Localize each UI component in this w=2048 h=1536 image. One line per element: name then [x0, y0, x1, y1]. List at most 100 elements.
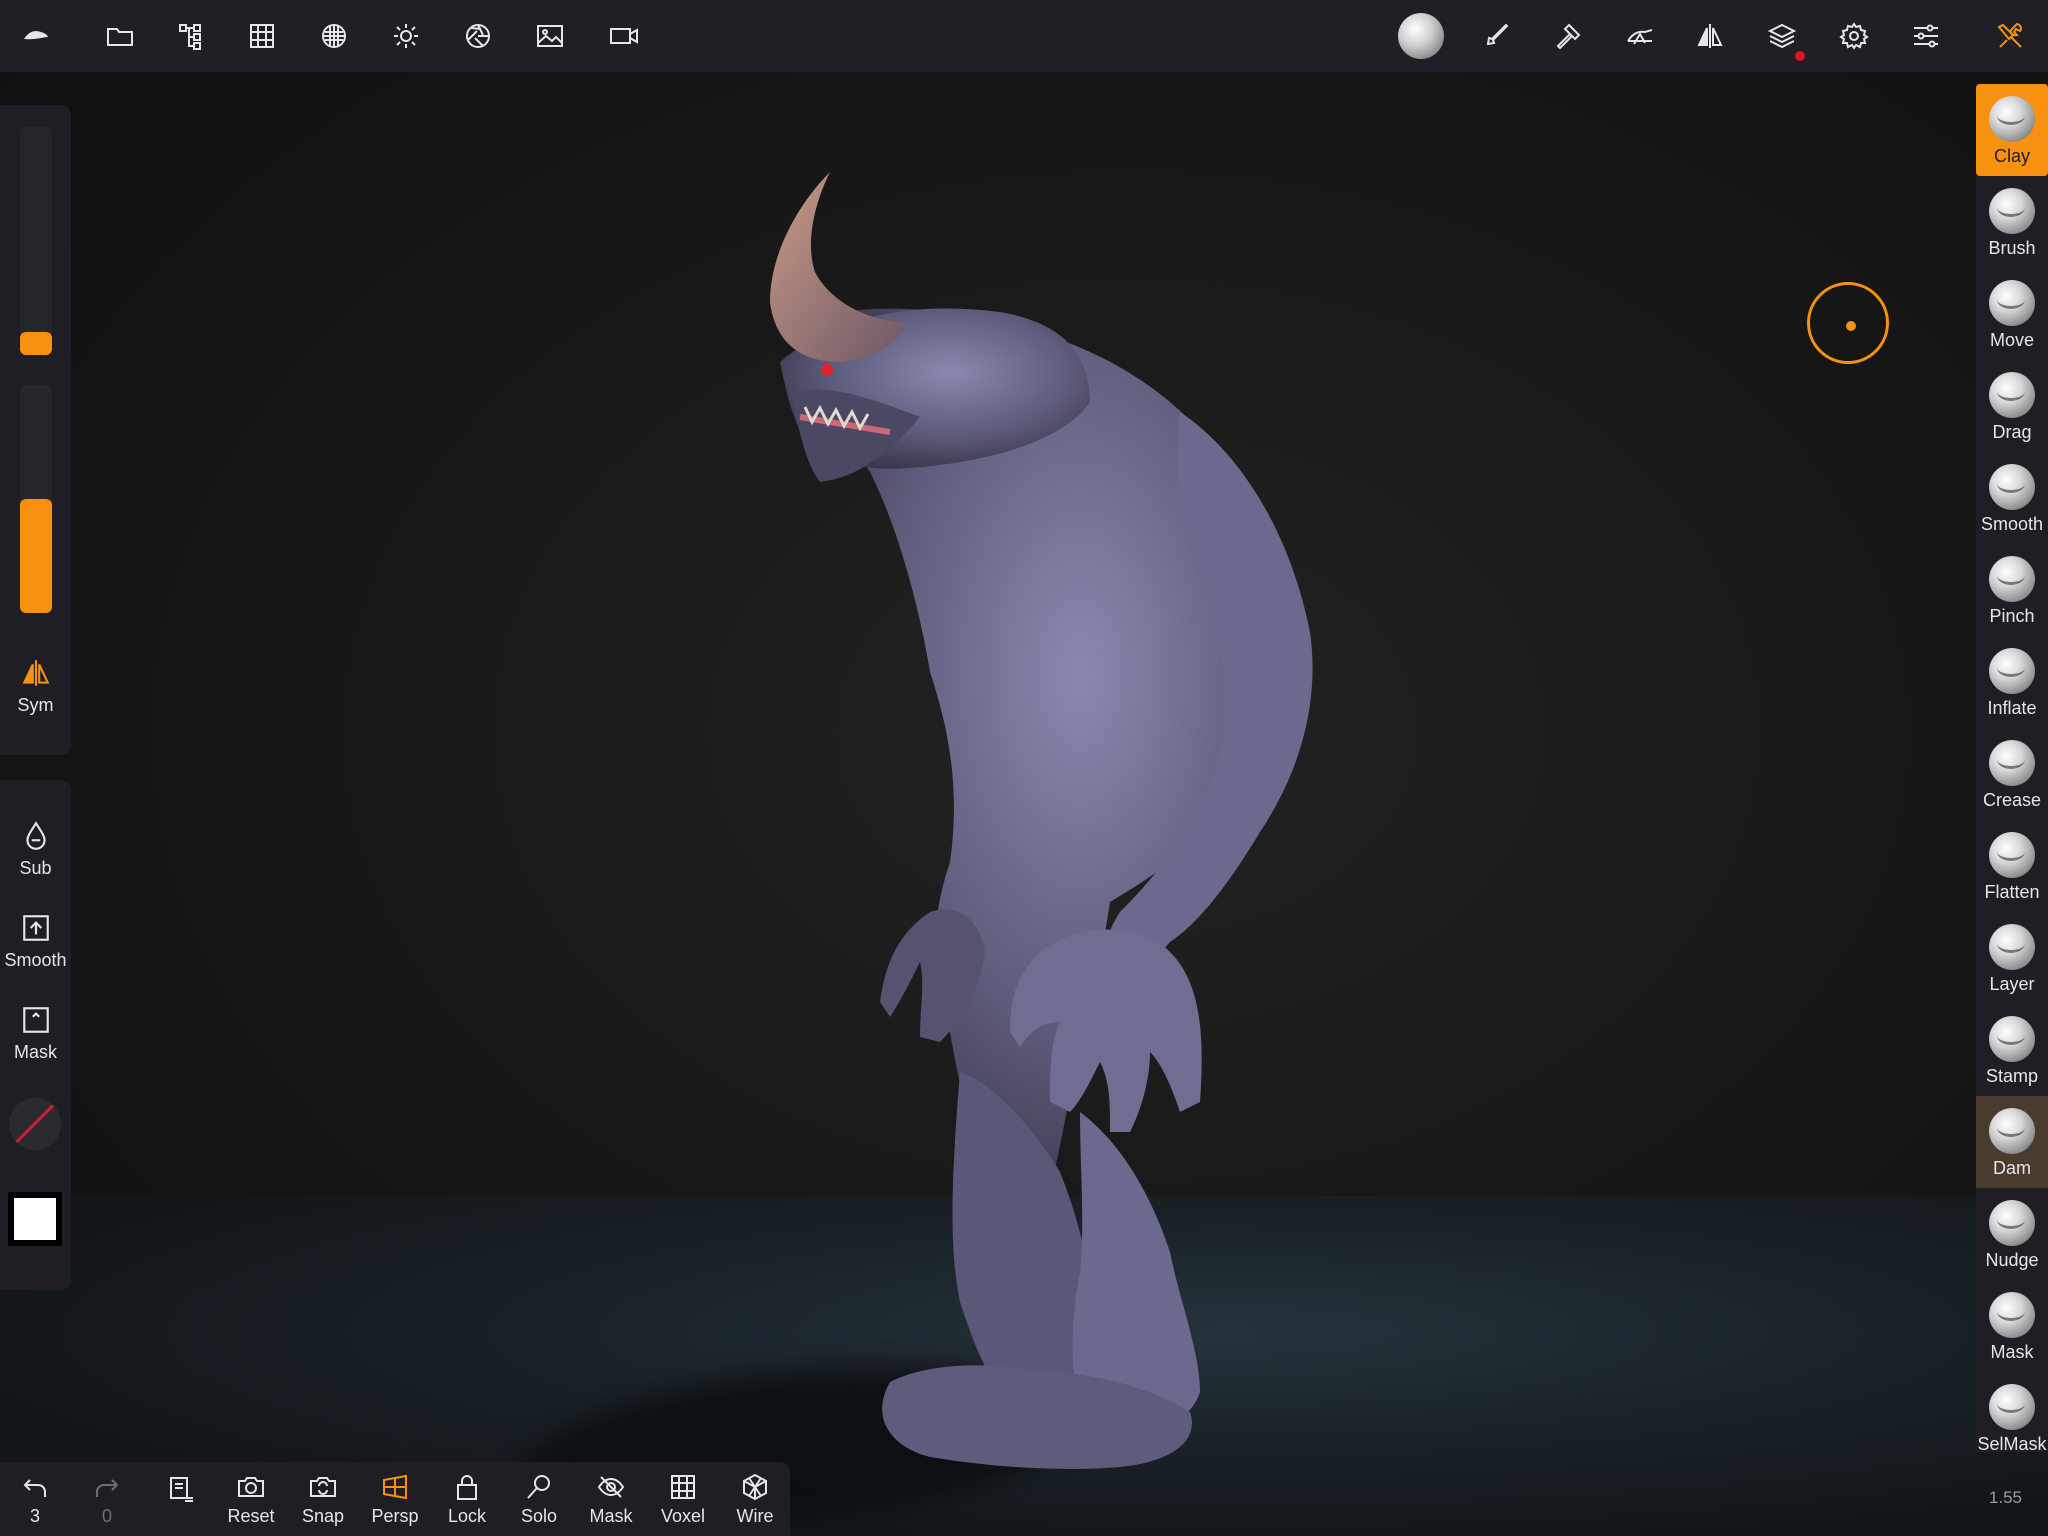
mask-box-icon [22, 1007, 49, 1033]
tool-label: Stamp [1985, 1066, 2039, 1086]
camera-aperture-icon[interactable] [456, 14, 500, 58]
settings-gear-icon[interactable] [1832, 14, 1876, 58]
eye-off-icon [597, 1476, 625, 1498]
reset-camera-button[interactable]: Reset [219, 1472, 283, 1527]
voxel-label: Voxel [660, 1506, 706, 1526]
snap-camera-button[interactable]: Snap [291, 1472, 355, 1527]
sculpted-monster-model [770, 172, 1313, 1469]
voxel-button[interactable]: Voxel [651, 1472, 715, 1527]
scene-tree-icon[interactable] [170, 14, 214, 58]
tool-move[interactable]: Move [1976, 268, 2048, 360]
tool-label: Pinch [1989, 606, 2035, 626]
tools-icon[interactable] [1988, 14, 2032, 58]
3d-viewport[interactable] [0, 72, 2048, 1536]
solo-button[interactable]: Solo [507, 1472, 571, 1527]
move-brush-icon [1989, 280, 2035, 326]
pinch-brush-icon [1989, 556, 2035, 602]
brush-cursor [1807, 282, 1889, 364]
tool-label: Smooth [1980, 514, 2044, 534]
voxel-grid-icon [671, 1475, 695, 1499]
radius-slider[interactable] [20, 127, 52, 355]
material-sphere-icon[interactable] [312, 14, 356, 58]
mask-label: Mask [13, 1042, 57, 1062]
tool-selmask[interactable]: SelMask [1976, 1372, 2048, 1452]
camera-snap-icon [310, 1477, 336, 1497]
snap-label: Snap [301, 1506, 345, 1526]
search-icon [527, 1475, 550, 1499]
history-menu-button[interactable] [148, 1472, 212, 1506]
camera-reset-icon [238, 1477, 264, 1497]
brush-cursor-center [1846, 321, 1856, 331]
white-color-swatch[interactable] [8, 1192, 62, 1246]
white-swatch-fill [14, 1198, 56, 1240]
tool-flatten[interactable]: Flatten [1976, 820, 2048, 912]
topology-icon[interactable] [1618, 14, 1662, 58]
perspective-icon [383, 1474, 407, 1500]
tool-nudge[interactable]: Nudge [1976, 1188, 2048, 1280]
tool-pinch[interactable]: Pinch [1976, 544, 2048, 636]
tool-label: Move [1989, 330, 2034, 350]
mask-visibility-button[interactable]: Mask [579, 1472, 643, 1527]
bottom-toolbar: 3 0 Reset Snap Persp Lock Solo Mask Voxe… [0, 1462, 790, 1536]
tool-drag[interactable]: Drag [1976, 360, 2048, 452]
redo-icon [96, 1479, 119, 1497]
tool-mask[interactable]: Mask [1976, 1280, 2048, 1372]
history-list-icon [170, 1477, 193, 1502]
mask-button[interactable]: Mask [0, 1004, 71, 1063]
drop-minus-icon [25, 821, 46, 850]
clay-brush-icon [1989, 96, 2035, 142]
standard-brush-icon [1989, 188, 2035, 234]
tool-layer[interactable]: Layer [1976, 912, 2048, 1004]
lock-icon [457, 1475, 477, 1500]
wireframe-icon [743, 1473, 767, 1501]
intensity-slider[interactable] [20, 385, 52, 613]
tool-clay[interactable]: Clay [1976, 84, 2048, 176]
undo-button[interactable]: 3 [3, 1472, 67, 1527]
radius-slider-fill [20, 332, 52, 355]
symmetry-icon[interactable] [1688, 14, 1732, 58]
solo-label: Solo [520, 1506, 558, 1526]
tool-label: Inflate [1987, 698, 2037, 718]
flatten-brush-icon [1989, 832, 2035, 878]
left-modifier-panel: Sub Smooth Mask [0, 780, 71, 1290]
tool-label: Nudge [1985, 1250, 2039, 1270]
tool-stamp[interactable]: Stamp [1976, 1004, 2048, 1096]
lock-label: Lock [447, 1506, 487, 1526]
hammer-icon[interactable] [1546, 14, 1590, 58]
inflate-brush-icon [1989, 648, 2035, 694]
tool-inflate[interactable]: Inflate [1976, 636, 2048, 728]
tool-label: Layer [1989, 974, 2035, 994]
undo-count: 3 [29, 1506, 40, 1526]
intensity-slider-fill [20, 499, 52, 613]
perspective-button[interactable]: Persp [363, 1472, 427, 1527]
nomad-logo-icon[interactable] [14, 14, 58, 58]
sliders-icon[interactable] [1904, 14, 1948, 58]
sub-button[interactable]: Sub [0, 820, 71, 879]
stamp-brush-icon [1989, 1016, 2035, 1062]
sym-button[interactable]: Sym [0, 657, 71, 716]
folder-icon[interactable] [98, 14, 142, 58]
zoom-readout: 1.55 [1988, 1488, 2022, 1507]
smooth-button[interactable]: Smooth [0, 912, 71, 971]
tool-smooth[interactable]: Smooth [1976, 452, 2048, 544]
grid-icon[interactable] [240, 14, 284, 58]
video-icon[interactable] [602, 14, 646, 58]
smooth-label: Smooth [4, 950, 67, 970]
crease-brush-icon [1989, 740, 2035, 786]
matcap-sphere-icon[interactable] [1396, 11, 1446, 61]
tool-brush[interactable]: Brush [1976, 176, 2048, 268]
wireframe-button[interactable]: Wire [723, 1472, 787, 1527]
light-icon[interactable] [384, 14, 428, 58]
lock-camera-button[interactable]: Lock [435, 1472, 499, 1527]
tool-crease[interactable]: Crease [1976, 728, 2048, 820]
redo-button[interactable]: 0 [75, 1472, 139, 1527]
undo-icon [23, 1479, 46, 1497]
drag-brush-icon [1989, 372, 2035, 418]
image-icon[interactable] [528, 14, 572, 58]
tool-label: Mask [1990, 1342, 2034, 1362]
tool-dam[interactable]: Dam [1976, 1096, 2048, 1188]
layer-brush-icon [1989, 924, 2035, 970]
no-color-swatch[interactable] [9, 1098, 61, 1150]
paint-brush-icon[interactable] [1474, 14, 1518, 58]
layers-notification-dot [1795, 51, 1805, 61]
